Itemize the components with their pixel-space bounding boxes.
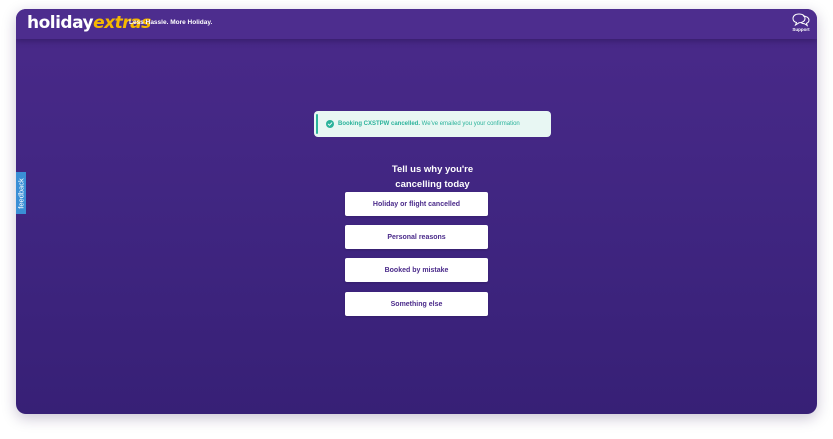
cancellation-notice: Booking CXSTPW cancelled. We've emailed … [314,111,551,137]
check-circle-icon [326,120,334,128]
reason-something-else-button[interactable]: Something else [345,292,488,316]
reason-booked-by-mistake-button[interactable]: Booked by mistake [345,258,488,282]
notice-accent-bar [316,114,318,134]
logo-text-holiday: holiday [27,13,94,33]
notice-body-text: We've emailed you your confirmation [420,121,520,127]
support-button[interactable]: Support [790,12,812,36]
support-label: Support [792,27,810,32]
speech-bubbles-icon [792,13,810,27]
heading-line-1: Tell us why you're [391,164,474,175]
cancel-reason-heading: Tell us why you're cancelling today [351,162,514,192]
notice-message: Booking CXSTPW cancelled. We've emailed … [338,120,520,128]
tagline: Less Hassle. More Holiday. [129,19,213,26]
site-header: holidayextras Less Hassle. More Holiday.… [16,9,817,39]
feedback-tab[interactable]: feedback [16,172,26,214]
feedback-label: feedback [16,177,26,209]
reason-holiday-flight-cancelled-button[interactable]: Holiday or flight cancelled [345,192,488,216]
heading-line-2: cancelling today [395,179,470,190]
reason-personal-button[interactable]: Personal reasons [345,225,488,249]
notice-bold-text: Booking CXSTPW cancelled. [338,121,421,127]
